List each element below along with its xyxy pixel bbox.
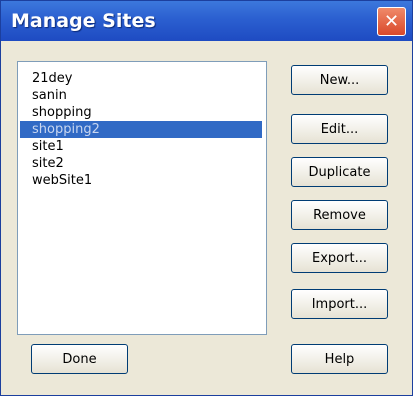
new-button[interactable]: New... bbox=[291, 65, 388, 95]
list-item-shopping2[interactable]: shopping2 bbox=[20, 121, 262, 138]
title-bar[interactable]: Manage Sites ✕ bbox=[1, 1, 412, 41]
list-item-website1[interactable]: webSite1 bbox=[20, 172, 262, 189]
export-button[interactable]: Export... bbox=[291, 243, 388, 273]
help-button[interactable]: Help bbox=[291, 344, 388, 374]
list-item-shopping[interactable]: shopping bbox=[20, 104, 262, 121]
list-item-sanin[interactable]: sanin bbox=[20, 87, 262, 104]
dialog-title: Manage Sites bbox=[11, 10, 156, 32]
edit-button[interactable]: Edit... bbox=[291, 114, 388, 144]
done-button[interactable]: Done bbox=[31, 344, 128, 374]
sites-listbox[interactable]: 21dey sanin shopping shopping2 site1 sit… bbox=[17, 61, 267, 335]
duplicate-button[interactable]: Duplicate bbox=[291, 157, 388, 187]
list-item-21dey[interactable]: 21dey bbox=[20, 70, 262, 87]
list-item-site1[interactable]: site1 bbox=[20, 138, 262, 155]
manage-sites-dialog: Manage Sites ✕ 21dey sanin shopping shop… bbox=[0, 0, 413, 396]
remove-button[interactable]: Remove bbox=[291, 200, 388, 230]
list-item-site2[interactable]: site2 bbox=[20, 155, 262, 172]
close-button[interactable]: ✕ bbox=[377, 7, 406, 36]
import-button[interactable]: Import... bbox=[291, 289, 388, 319]
close-icon: ✕ bbox=[383, 11, 400, 32]
